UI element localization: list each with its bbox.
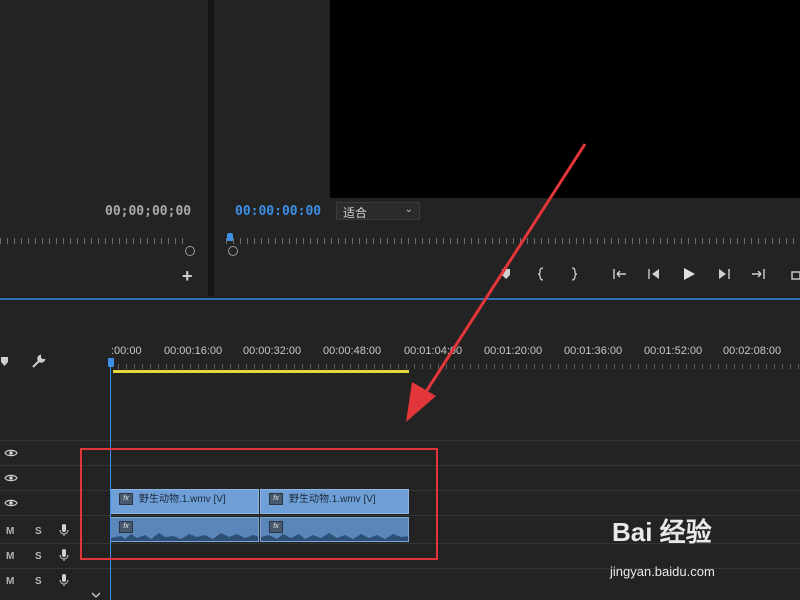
go-to-in-icon[interactable] bbox=[612, 268, 628, 280]
watermark-url: jingyan.baidu.com bbox=[610, 564, 715, 579]
timecode-label: 00:00:16:00 bbox=[164, 345, 223, 357]
toggle-output-eye-icon[interactable] bbox=[4, 474, 18, 482]
timecode-label: 00:01:52:00 bbox=[644, 345, 703, 357]
solo-track-button[interactable]: S bbox=[35, 551, 42, 562]
annotation-highlight-box bbox=[80, 448, 438, 560]
solo-track-button[interactable]: S bbox=[35, 576, 42, 587]
chevron-down-icon[interactable] bbox=[90, 592, 102, 600]
program-timecode[interactable]: 00:00:00:00 bbox=[235, 204, 321, 219]
microphone-icon[interactable] bbox=[59, 523, 69, 537]
timecode-label: 00:00:32:00 bbox=[243, 345, 302, 357]
source-monitor-panel bbox=[0, 0, 208, 296]
wrench-icon[interactable] bbox=[30, 354, 46, 370]
step-back-icon[interactable] bbox=[647, 268, 661, 280]
program-playhead-marker[interactable] bbox=[227, 233, 233, 241]
go-to-out-icon[interactable] bbox=[750, 268, 766, 280]
microphone-icon[interactable] bbox=[59, 548, 69, 562]
work-area-bar[interactable] bbox=[113, 370, 409, 373]
lift-icon[interactable] bbox=[790, 268, 800, 280]
source-timecode[interactable]: 00;00;00;00 bbox=[105, 204, 191, 219]
add-marker-icon[interactable] bbox=[0, 356, 10, 368]
step-forward-icon[interactable] bbox=[717, 268, 731, 280]
fit-dropdown-value: 适合 bbox=[343, 206, 368, 220]
toggle-output-eye-icon[interactable] bbox=[4, 499, 18, 507]
program-zoom-handle[interactable] bbox=[228, 246, 238, 256]
toggle-output-eye-icon[interactable] bbox=[4, 449, 18, 457]
watermark-brand: Bai 经验 bbox=[612, 517, 712, 547]
source-time-ruler[interactable] bbox=[0, 234, 186, 244]
timecode-label: 00:00:48:00 bbox=[323, 345, 382, 357]
baidu-watermark: Bai 经验 jingyan.baidu.com bbox=[610, 512, 715, 579]
play-icon[interactable] bbox=[682, 267, 696, 281]
microphone-icon[interactable] bbox=[59, 573, 69, 587]
solo-track-button[interactable]: S bbox=[35, 526, 42, 537]
annotation-arrow bbox=[406, 143, 587, 422]
mute-track-button[interactable]: M bbox=[6, 576, 14, 587]
timecode-label: :00:00 bbox=[111, 345, 142, 357]
mute-track-button[interactable]: M bbox=[6, 526, 14, 537]
track-divider bbox=[0, 440, 800, 441]
timecode-label: 00:02:08:00 bbox=[723, 345, 782, 357]
source-zoom-handle[interactable] bbox=[185, 246, 195, 256]
timeline-playhead[interactable] bbox=[108, 358, 114, 367]
add-button-icon[interactable]: + bbox=[182, 266, 193, 287]
mute-track-button[interactable]: M bbox=[6, 551, 14, 562]
